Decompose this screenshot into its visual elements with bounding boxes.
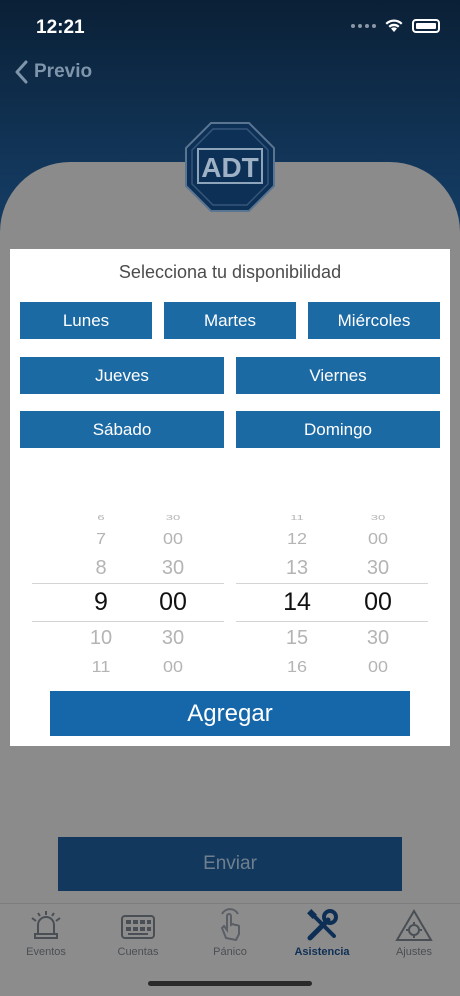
picker-option: 30 — [366, 557, 390, 579]
day-button-domingo[interactable]: Domingo — [236, 411, 440, 448]
keypad-icon — [121, 915, 155, 939]
selected-start-hour: 9 — [94, 588, 108, 616]
tools-icon — [307, 909, 338, 941]
tab-ajustes[interactable]: Ajustes — [368, 908, 460, 958]
tab-cuentas[interactable]: Cuentas — [92, 908, 184, 958]
logo-text: ADT — [201, 152, 259, 183]
selected-end-minute: 00 — [364, 588, 392, 616]
modal-title: Selecciona tu disponibilidad — [118, 262, 342, 282]
tab-label: Pánico — [213, 946, 247, 958]
day-button-viernes[interactable]: Viernes — [236, 357, 440, 394]
picker-option: 00 — [367, 658, 389, 676]
picker-option: 11 — [91, 658, 111, 676]
signal-icon — [351, 23, 376, 28]
panic-hand-icon — [220, 908, 240, 942]
status-icons — [351, 18, 440, 33]
tab-label: Cuentas — [117, 946, 159, 958]
picker-selection-top-line — [32, 583, 224, 584]
picker-selection-bottom-line — [32, 621, 224, 622]
picker-option: 00 — [367, 530, 389, 548]
battery-icon — [412, 18, 440, 33]
wifi-icon — [385, 19, 403, 32]
back-label: Previo — [34, 61, 93, 82]
availability-modal: Selecciona tu disponibilidad Lunes Marte… — [10, 249, 450, 746]
tab-label: Ajustes — [395, 946, 433, 958]
picker-option: 13 — [285, 557, 309, 579]
start-time-picker[interactable]: 6 7 8 9 10 11 30 00 30 00 30 00 — [32, 507, 224, 677]
tab-panico[interactable]: Pánico — [184, 908, 276, 958]
picker-option: 12 — [286, 530, 308, 548]
chevron-left-icon — [15, 60, 28, 84]
selected-start-minute: 00 — [159, 588, 187, 616]
picker-option: 30 — [165, 513, 181, 522]
picker-option: 30 — [370, 513, 386, 522]
tab-label: Asistencia — [294, 946, 350, 958]
end-time-picker[interactable]: 11 12 13 14 15 16 30 00 30 00 30 00 — [236, 507, 428, 677]
tab-label: Eventos — [26, 946, 66, 958]
picker-option: 7 — [95, 530, 106, 548]
picker-selection-top-line — [236, 583, 428, 584]
day-button-lunes[interactable]: Lunes — [20, 302, 152, 339]
alarm-bell-icon — [31, 911, 61, 939]
day-button-miercoles[interactable]: Miércoles — [308, 302, 440, 339]
send-button[interactable]: Enviar — [58, 837, 402, 891]
home-indicator — [148, 981, 312, 986]
picker-option: 00 — [162, 530, 184, 548]
status-bar: 12:21 — [0, 0, 460, 52]
day-button-jueves[interactable]: Jueves — [20, 357, 224, 394]
picker-option: 30 — [161, 627, 185, 649]
add-button[interactable]: Agregar — [50, 691, 410, 736]
picker-option: 6 — [97, 513, 105, 522]
picker-selection-bottom-line — [236, 621, 428, 622]
adt-logo: ADT — [185, 122, 275, 212]
picker-option: 30 — [366, 627, 390, 649]
picker-option: 10 — [89, 627, 113, 649]
back-button[interactable]: Previo — [14, 60, 92, 84]
selected-end-hour: 14 — [283, 588, 311, 616]
day-button-sabado[interactable]: Sábado — [20, 411, 224, 448]
picker-option: 00 — [162, 658, 184, 676]
picker-option: 11 — [290, 513, 304, 522]
status-time: 12:21 — [36, 17, 85, 38]
tab-asistencia[interactable]: Asistencia — [276, 908, 368, 958]
picker-option: 15 — [285, 627, 309, 649]
warning-gear-icon — [395, 909, 433, 941]
picker-option: 16 — [286, 658, 308, 676]
tab-eventos[interactable]: Eventos — [0, 908, 92, 958]
picker-option: 30 — [161, 557, 185, 579]
day-button-martes[interactable]: Martes — [164, 302, 296, 339]
picker-option: 8 — [95, 557, 107, 579]
